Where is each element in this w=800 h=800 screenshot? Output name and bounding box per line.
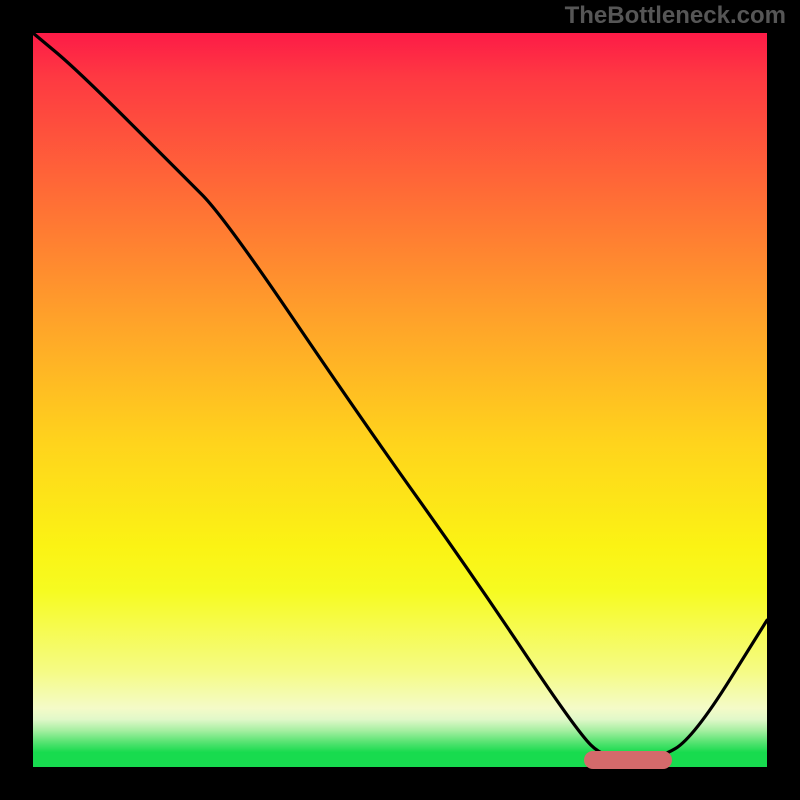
optimal-band-marker (584, 751, 672, 769)
chart-frame: TheBottleneck.com (0, 0, 800, 800)
plot-area (33, 33, 767, 767)
bottleneck-curve (33, 33, 767, 767)
attribution-text: TheBottleneck.com (565, 2, 786, 30)
